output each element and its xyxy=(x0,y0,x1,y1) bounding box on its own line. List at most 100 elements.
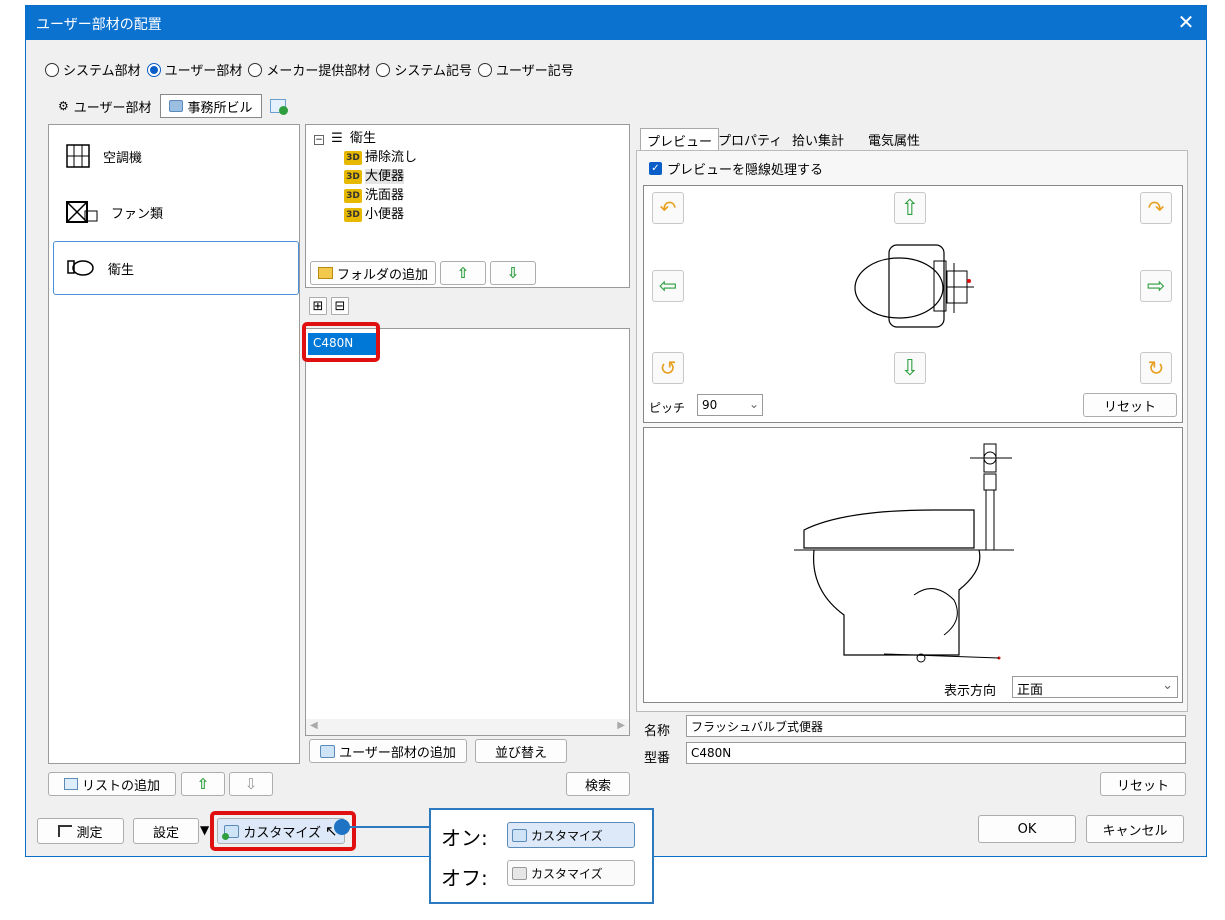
tilt-up-button[interactable]: ⇧ xyxy=(894,192,926,224)
highlight-selected-part xyxy=(302,322,380,362)
add-list-button[interactable]: リストの追加 xyxy=(48,772,176,796)
tab-label: 拾い集計 xyxy=(792,134,845,149)
button-label: リストの追加 xyxy=(81,778,160,794)
name-label: 名称 xyxy=(644,724,671,739)
turn-right-button[interactable]: ⇨ xyxy=(1140,270,1172,302)
tab-preview[interactable]: プレビュー xyxy=(640,128,720,150)
title-bar: ユーザー部材の配置 ✕ xyxy=(26,6,1206,40)
3d-preview-view[interactable]: ↶ ⇧ ↷ ⇦ ⇨ ↺ ⇩ ↻ xyxy=(643,185,1183,423)
direction-select[interactable]: 正面 ⌄ xyxy=(1012,676,1178,698)
user-folder-icon xyxy=(168,100,183,112)
chevron-down-icon: ⌄ xyxy=(1162,678,1173,693)
pitch-label: ピッチ xyxy=(649,401,686,415)
library-tabs: ⚙ ユーザー部材 事務所ビル xyxy=(50,92,294,118)
3d-part-icon: 3D xyxy=(344,207,362,222)
tree-node-label: 小便器 xyxy=(365,207,405,222)
close-icon[interactable]: ✕ xyxy=(1174,10,1198,34)
button-label: 設定 xyxy=(152,825,179,841)
callout-connector xyxy=(334,819,430,835)
pitch-select[interactable]: 90 ⌄ xyxy=(697,394,763,416)
2d-front-view: 表示方向 正面 ⌄ xyxy=(643,427,1183,703)
rotate-up-left-button[interactable]: ↶ xyxy=(652,192,684,224)
preview-panel: ✓ プレビューを隠線処理する ↶ ⇧ ↷ ⇦ ⇨ ↺ ⇩ ↻ ピッチ 90 ⌄ … xyxy=(636,150,1188,712)
radio-user-parts[interactable]: ユーザー部材 xyxy=(146,60,242,79)
left-arrow-icon: ⇦ xyxy=(658,273,678,299)
settings-dropdown-icon[interactable]: ▼ xyxy=(200,823,209,837)
move-up-button[interactable]: ⇧ xyxy=(181,772,225,796)
model-label: 型番 xyxy=(644,751,671,766)
button-label: ユーザー部材の追加 xyxy=(339,745,456,761)
tab-electric[interactable]: 電気属性 xyxy=(862,128,926,150)
expand-all-button[interactable]: ⊞ xyxy=(309,297,327,315)
tree-node-label: 大便器 xyxy=(365,169,405,184)
sample-label: カスタマイズ xyxy=(531,828,603,843)
folder-down-button[interactable]: ⇩ xyxy=(490,261,536,285)
rotate-down-right-button[interactable]: ↻ xyxy=(1140,352,1172,384)
collapse-all-button[interactable]: ⊟ xyxy=(331,297,349,315)
radio-label: メーカー提供部材 xyxy=(266,64,371,79)
gear-icon: ⚙ xyxy=(58,99,69,113)
add-folder-button[interactable]: フォルダの追加 xyxy=(310,261,436,285)
tab-label: ユーザー部材 xyxy=(73,100,152,116)
sort-button[interactable]: 並び替え xyxy=(475,739,567,763)
category-item-fan[interactable]: ファン類 xyxy=(53,185,299,239)
tree-node[interactable]: 3D 洗面器 xyxy=(344,184,404,203)
collapse-icon: ⊟ xyxy=(334,298,346,314)
cancel-button[interactable]: キャンセル xyxy=(1086,815,1184,843)
window-title: ユーザー部材の配置 xyxy=(36,17,162,33)
radio-maker-parts[interactable]: メーカー提供部材 xyxy=(248,60,370,79)
turn-left-button[interactable]: ⇦ xyxy=(652,270,684,302)
tab-user-parts[interactable]: ⚙ ユーザー部材 xyxy=(50,94,160,118)
model-field[interactable]: C480N xyxy=(686,742,1186,764)
tree-node[interactable]: 3D 掃除流し xyxy=(344,146,417,165)
curved-arrow-icon: ↺ xyxy=(659,356,677,380)
add-folder-icon xyxy=(317,267,333,279)
up-arrow-icon: ⇧ xyxy=(456,264,470,282)
tab-office-building[interactable]: 事務所ビル xyxy=(159,94,262,118)
ruler-icon xyxy=(58,825,73,837)
expand-icon: ⊞ xyxy=(312,298,324,314)
radio-user-symbols[interactable]: ユーザー記号 xyxy=(478,60,574,79)
tree-node-label: 洗面器 xyxy=(365,188,405,203)
down-arrow-icon: ⇩ xyxy=(900,355,920,381)
tree-node-selected[interactable]: 3D 大便器 xyxy=(344,165,405,184)
folder-up-button[interactable]: ⇧ xyxy=(440,261,486,285)
radio-system-symbols[interactable]: システム記号 xyxy=(376,60,472,79)
add-user-part-button[interactable]: ユーザー部材の追加 xyxy=(309,739,467,763)
category-label: 衛生 xyxy=(108,262,135,278)
radio-dot xyxy=(248,62,263,77)
chevron-down-icon: ⌄ xyxy=(748,397,759,411)
parts-list: C480N ◀ ▶ xyxy=(305,328,630,736)
category-item-aircon[interactable]: 空調機 xyxy=(53,129,299,183)
rotate-down-left-button[interactable]: ↺ xyxy=(652,352,684,384)
name-value: フラッシュバルブ式便器 xyxy=(691,719,824,734)
property-reset-button[interactable]: リセット xyxy=(1100,772,1186,796)
down-arrow-icon: ⇩ xyxy=(506,264,520,282)
hidden-line-checkbox[interactable]: ✓ プレビューを隠線処理する xyxy=(649,159,823,178)
rotate-up-right-button[interactable]: ↷ xyxy=(1140,192,1172,224)
tilt-down-button[interactable]: ⇩ xyxy=(894,352,926,384)
radio-system-parts[interactable]: システム部材 xyxy=(45,60,141,79)
curved-arrow-icon: ↶ xyxy=(659,196,677,220)
settings-button[interactable]: 設定 xyxy=(133,818,199,844)
tab-properties[interactable]: プロパティ xyxy=(712,128,788,150)
tab-takeoff[interactable]: 拾い集計 xyxy=(786,128,850,150)
measure-button[interactable]: 測定 xyxy=(37,818,124,844)
tree-root[interactable]: − ☰ 衛生 xyxy=(314,127,376,146)
curved-arrow-icon: ↷ xyxy=(1147,196,1165,220)
direction-label: 表示方向 xyxy=(944,684,997,699)
category-label: ファン類 xyxy=(111,206,164,222)
horizontal-scrollbar[interactable]: ◀ ▶ xyxy=(306,719,629,735)
add-tab-button[interactable] xyxy=(262,94,294,118)
tree-node[interactable]: 3D 小便器 xyxy=(344,203,404,222)
search-button[interactable]: 検索 xyxy=(566,772,630,796)
category-item-sanitary[interactable]: 衛生 xyxy=(53,241,299,295)
3d-part-icon: 3D xyxy=(344,169,362,184)
ok-button[interactable]: OK xyxy=(978,815,1076,843)
move-down-button[interactable]: ⇩ xyxy=(229,772,273,796)
add-tab-icon xyxy=(269,99,288,115)
button-label: 検索 xyxy=(584,778,611,794)
view-reset-button[interactable]: リセット xyxy=(1083,393,1177,417)
name-field[interactable]: フラッシュバルブ式便器 xyxy=(686,715,1186,737)
category-list: 空調機 ファン類 衛生 xyxy=(48,124,300,764)
